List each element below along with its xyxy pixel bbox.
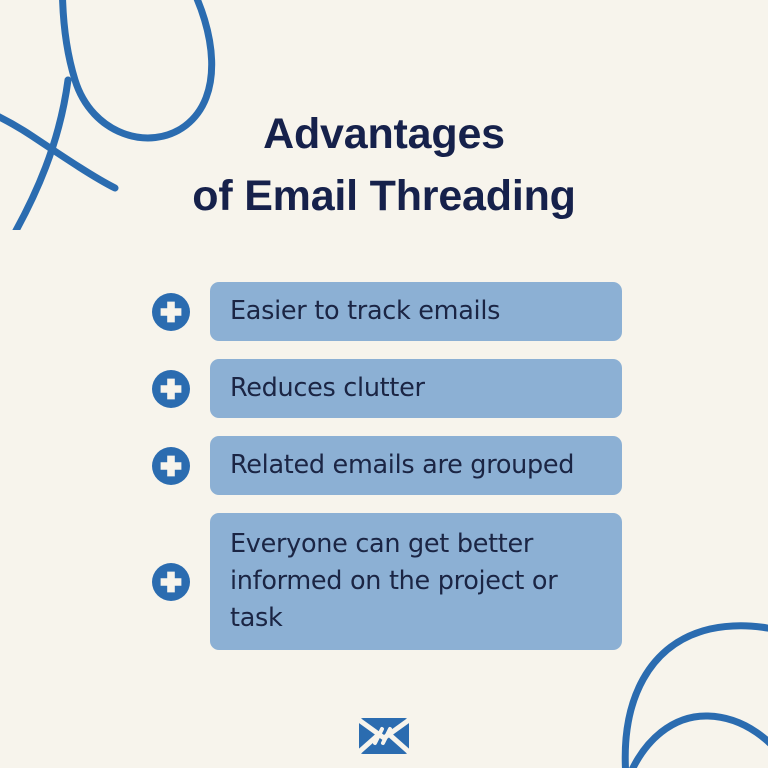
advantage-text: Everyone can get better informed on the …	[230, 529, 558, 633]
title-line-1: Advantages	[263, 109, 505, 158]
advantage-pill: Reduces clutter	[210, 359, 622, 418]
advantage-pill: Easier to track emails	[210, 282, 622, 341]
plus-circle-icon	[152, 562, 190, 601]
advantage-pill: Everyone can get better informed on the …	[210, 513, 622, 650]
poster-canvas: Advantages of Email Threading Easier to …	[0, 0, 768, 768]
plus-circle-icon	[152, 292, 190, 331]
advantages-list: Easier to track emails Reduces clutter R…	[152, 282, 622, 650]
advantage-text: Related emails are grouped	[230, 450, 575, 480]
list-item: Reduces clutter	[152, 359, 622, 418]
list-item: Everyone can get better informed on the …	[152, 513, 622, 650]
advantage-text: Reduces clutter	[230, 373, 425, 403]
advantage-pill: Related emails are grouped	[210, 436, 622, 495]
advantage-text: Easier to track emails	[230, 296, 501, 326]
title-line-2: of Email Threading	[192, 171, 576, 220]
blue-arc-lines-decoration	[598, 609, 768, 768]
plus-circle-icon	[152, 446, 190, 485]
plus-circle-icon	[152, 369, 190, 408]
page-title: Advantages of Email Threading	[0, 103, 768, 227]
list-item: Easier to track emails	[152, 282, 622, 341]
envelope-m-logo	[358, 716, 410, 756]
list-item: Related emails are grouped	[152, 436, 622, 495]
